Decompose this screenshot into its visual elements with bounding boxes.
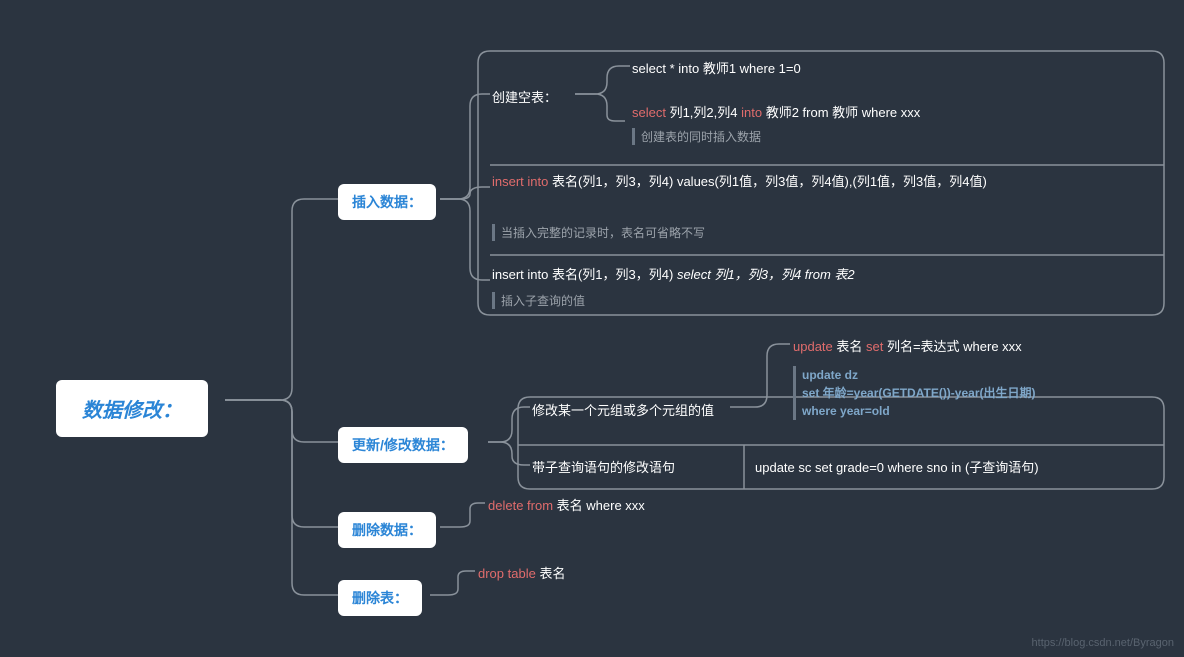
- watermark: https://blog.csdn.net/Byragon: [1032, 637, 1174, 649]
- update-sub-label: 带子查询语句的修改语句: [532, 457, 675, 476]
- update-code: update dz set 年龄=year(GETDATE())-year(出生…: [793, 366, 1036, 420]
- branch-insert: 插入数据：: [338, 184, 436, 220]
- branch-delete-data: 删除数据：: [338, 512, 436, 548]
- insert-values: insert into 表名(列1，列3，列4) values(列1值，列3值，…: [492, 172, 1152, 193]
- root-node: 数据修改：: [56, 380, 208, 437]
- create-empty-line1: select * into 教师1 where 1=0: [632, 58, 801, 77]
- update-mid-label: 修改某一个元组或多个元组的值: [532, 400, 714, 419]
- update-sub-stmt: update sc set grade=0 where sno in (子查询语…: [755, 457, 1039, 476]
- insert-values-note: 当插入完整的记录时，表名可省略不写: [492, 224, 705, 241]
- insert-select-note: 插入子查询的值: [492, 292, 585, 309]
- create-empty-label: 创建空表：: [492, 87, 557, 106]
- drop-stmt: drop table 表名: [478, 563, 565, 582]
- update-top: update 表名 set 列名=表达式 where xxx: [793, 336, 1022, 355]
- create-empty-line2: select 列1,列2,列4 into 教师2 from 教师 where x…: [632, 102, 920, 121]
- insert-select: insert into 表名(列1，列3，列4) select 列1，列3，列4…: [492, 264, 855, 283]
- connector-lines: [0, 0, 1184, 657]
- create-empty-note: 创建表的同时插入数据: [632, 128, 761, 145]
- branch-update: 更新/修改数据：: [338, 427, 468, 463]
- branch-drop-table: 删除表：: [338, 580, 422, 616]
- delete-stmt: delete from 表名 where xxx: [488, 495, 645, 514]
